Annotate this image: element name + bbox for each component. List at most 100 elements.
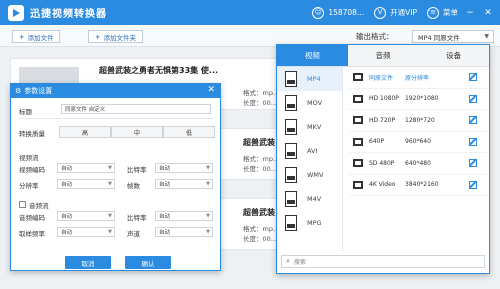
resolution-value: 自动 <box>61 182 73 188</box>
format-search-input[interactable]: ⌕ 搜索 <box>281 255 485 268</box>
chevron-down-icon: ▼ <box>206 213 210 219</box>
audio-codec-select[interactable]: 自动 ▼ <box>57 211 115 221</box>
tab-audio[interactable]: 音频 <box>347 45 419 66</box>
title-bar: 迅捷视频转换器 ☺ 158708... V 开通VIP ≡ 菜单 − ✕ <box>0 0 500 25</box>
file-format: 格式：mp... <box>243 225 280 233</box>
chevron-down-icon: ▼ <box>108 181 112 187</box>
fps-select[interactable]: 自动 ▼ <box>155 179 213 189</box>
video-codec-value: 自动 <box>61 166 73 172</box>
add-folder-button[interactable]: + 添加文件夹 <box>88 30 143 43</box>
quality-resolution: 960*640 <box>405 138 431 146</box>
edit-icon[interactable] <box>469 137 477 146</box>
menu-label: 菜单 <box>443 8 458 17</box>
quality-resolution: 3840*2160 <box>405 181 439 189</box>
tab-device[interactable]: 设备 <box>418 45 490 66</box>
video-stream-label: 视频流 <box>19 154 39 162</box>
edit-icon[interactable] <box>469 73 477 82</box>
format-panel: 视频 音频 设备 MP4 MOV MKV AVI WMV M4V MPG 同原文… <box>276 44 490 274</box>
file-icon <box>285 71 297 87</box>
format-item-avi[interactable]: AVI <box>277 139 342 163</box>
video-icon <box>353 159 363 168</box>
title-field[interactable]: 同原文件 自定义 <box>61 104 211 114</box>
file-length: 长度：00... <box>243 235 277 243</box>
minimize-icon[interactable]: − <box>464 7 476 19</box>
chevron-down-icon: ▼ <box>484 33 489 40</box>
dialog-title: 参数设置 <box>24 87 53 95</box>
audio-bitrate-select[interactable]: 自动 ▼ <box>155 211 213 221</box>
file-title: 超兽武装 <box>243 208 275 217</box>
format-label: WMV <box>307 171 324 179</box>
quality-item[interactable]: 4K Video 3840*2160 <box>349 175 487 196</box>
format-label: AVI <box>307 147 318 155</box>
chevron-down-icon: ▼ <box>206 229 210 235</box>
tab-video[interactable]: 视频 <box>277 45 348 66</box>
quality-item[interactable]: 640P 960*640 <box>349 132 487 153</box>
file-format: 格式：mp... <box>243 155 280 163</box>
dialog-header: ⚙ 参数设置 ✕ <box>11 84 220 98</box>
quality-name: 4K Video <box>369 181 396 189</box>
quality-item[interactable]: HD 1080P 1920*1080 <box>349 89 487 110</box>
format-item-mp4[interactable]: MP4 <box>277 67 342 91</box>
video-codec-select[interactable]: 自动 ▼ <box>57 163 115 173</box>
sample-rate-select[interactable]: 自动 ▼ <box>57 227 115 237</box>
audio-stream-checkbox[interactable] <box>19 201 26 208</box>
user-account[interactable]: ☺ 158708... <box>312 6 364 19</box>
edit-icon[interactable] <box>469 180 477 189</box>
edit-icon[interactable] <box>469 116 477 125</box>
video-icon <box>353 73 363 82</box>
file-icon <box>285 215 297 231</box>
file-icon <box>285 95 297 111</box>
quality-item[interactable]: 同原文件 原分辨率 <box>349 67 487 89</box>
output-format-label: 输出格式： <box>356 32 394 41</box>
quality-resolution: 1920*1080 <box>405 95 439 103</box>
chevron-down-icon: ▼ <box>108 165 112 171</box>
quality-label: 转换质量 <box>19 130 45 138</box>
title-value: 同原文件 自定义 <box>65 107 106 113</box>
quality-medium-option[interactable]: 中 <box>111 126 163 138</box>
sample-rate-label: 取样频率 <box>19 230 45 238</box>
output-format-value: MP4 同原文件 <box>418 33 460 42</box>
quality-item[interactable]: HD 720P 1280*720 <box>349 110 487 132</box>
sample-rate-value: 自动 <box>61 230 73 236</box>
channel-value: 自动 <box>159 230 171 236</box>
format-item-wmv[interactable]: WMV <box>277 163 342 187</box>
quality-name: HD 1080P <box>369 95 399 103</box>
audio-bitrate-label: 比特率 <box>127 214 147 222</box>
video-icon <box>353 94 363 103</box>
fps-value: 自动 <box>159 182 171 188</box>
quality-name: 同原文件 <box>369 74 394 82</box>
quality-item[interactable]: SD 480P 640*480 <box>349 153 487 175</box>
cancel-button[interactable]: 取消 <box>65 256 111 269</box>
confirm-button[interactable]: 确认 <box>125 256 171 269</box>
menu-button[interactable]: ≡ 菜单 <box>427 6 458 19</box>
app-title: 迅捷视频转换器 <box>30 9 107 20</box>
quality-resolution: 640*480 <box>405 159 431 167</box>
format-label: MKV <box>307 123 322 131</box>
channel-select[interactable]: 自动 ▼ <box>155 227 213 237</box>
format-item-m4v[interactable]: M4V <box>277 187 342 211</box>
quality-low-option[interactable]: 低 <box>163 126 215 138</box>
resolution-select[interactable]: 自动 ▼ <box>57 179 115 189</box>
divider <box>19 118 214 119</box>
audio-codec-value: 自动 <box>61 214 73 220</box>
add-file-button[interactable]: + 添加文件 <box>12 30 61 43</box>
output-format-select[interactable]: MP4 同原文件 ▼ <box>412 30 494 43</box>
resolution-label: 分辨率 <box>19 182 39 190</box>
video-icon <box>353 116 363 125</box>
bitrate-value: 自动 <box>159 166 171 172</box>
bitrate-label: 比特率 <box>127 166 147 174</box>
edit-icon[interactable] <box>469 94 477 103</box>
quality-high-option[interactable]: 高 <box>59 126 111 138</box>
bitrate-select[interactable]: 自动 ▼ <box>155 163 213 173</box>
format-label: MOV <box>307 99 323 107</box>
file-icon <box>285 143 297 159</box>
format-item-mov[interactable]: MOV <box>277 91 342 115</box>
close-icon[interactable]: ✕ <box>207 85 215 95</box>
search-icon: ⌕ <box>286 257 290 265</box>
close-icon[interactable]: ✕ <box>482 7 494 19</box>
format-item-mkv[interactable]: MKV <box>277 115 342 139</box>
vip-button[interactable]: V 开通VIP <box>374 6 417 19</box>
edit-icon[interactable] <box>469 159 477 168</box>
quality-name: SD 480P <box>369 159 395 167</box>
format-item-mpg[interactable]: MPG <box>277 211 342 235</box>
